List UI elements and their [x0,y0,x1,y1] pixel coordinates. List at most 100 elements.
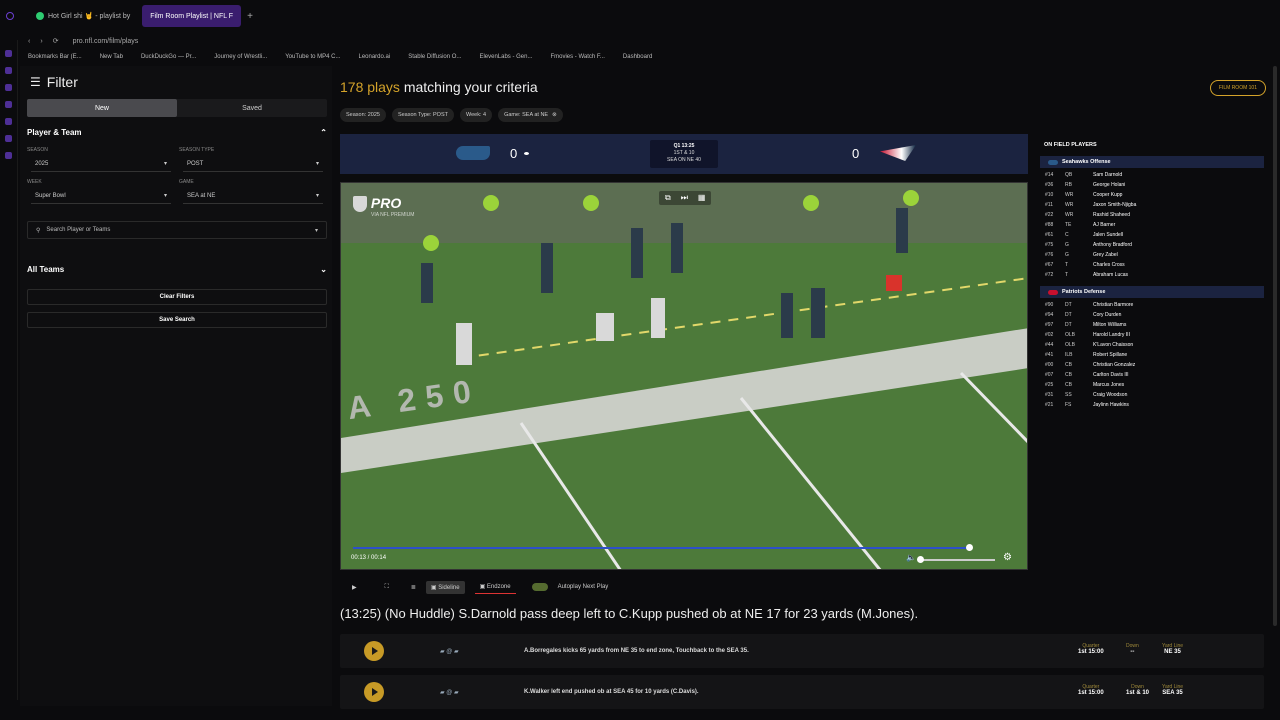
player-row[interactable]: #02 OLB Harold Landry III [1040,330,1264,340]
seahawks-logo-icon [1048,159,1058,165]
filter-chip[interactable]: Season: 2025 [340,108,386,122]
player-row[interactable]: #31 SS Craig Woodson [1040,390,1264,400]
playlist-icon[interactable]: ≣ [411,584,416,591]
player-team-search[interactable]: ⚲ Search Player or Teams ▾ [27,221,327,239]
player-row[interactable]: #22 WR Rashid Shaheed [1040,210,1264,220]
chevron-down-icon[interactable]: ⌄ [320,265,327,274]
clear-filters-button[interactable]: Clear Filters [27,289,327,305]
new-tab-icon[interactable]: + [247,11,253,22]
game-select[interactable]: SEA at NE ▾ [183,188,323,204]
film-room-101-button[interactable]: FILM ROOM 101 [1209,80,1266,96]
player-row[interactable]: #88 TE AJ Barner [1040,220,1264,230]
video-player[interactable]: PRO VIA NFL PREMIUM A 250 ⧉ ⏭ ▦ 00:13 / 00:… [340,182,1028,570]
player-row[interactable]: #61 C Jalen Sundell [1040,230,1264,240]
bookmark[interactable]: Bookmarks Bar (E... [28,54,82,60]
player-row[interactable]: #07 CB Carlton Davis III [1040,370,1264,380]
bookmark[interactable]: Journey of Wrestli... [214,54,267,60]
player-row[interactable]: #94 DT Cory Durden [1040,310,1264,320]
offense-header: Seahawks Offense [1040,156,1264,168]
rail-icon[interactable] [5,84,12,91]
volume-slider[interactable] [919,559,995,561]
player-number: #76 [1045,252,1054,258]
player-team-section[interactable]: Player & Team ⌃ [27,128,327,137]
season-type-select[interactable]: POST ▾ [183,156,323,172]
player-number: #88 [1045,222,1054,228]
player-row[interactable]: #44 OLB K'Lavon Chaisson [1040,340,1264,350]
bookmark[interactable]: Fmovies - Watch F... [550,54,604,60]
volume-thumb[interactable] [917,556,924,563]
player-row[interactable]: #21 FS Jaylinn Hawkins [1040,400,1264,410]
down-distance: 1ST & 10 [673,150,695,156]
player-row[interactable]: #75 G Anthony Bradford [1040,240,1264,250]
forward-icon[interactable]: › [40,38,42,45]
player-row[interactable]: #10 WR Cooper Kupp [1040,190,1264,200]
season-type-label: SEASON TYPE [179,147,215,153]
player-row[interactable]: #97 DT Milton Williams [1040,320,1264,330]
tab-saved[interactable]: Saved [177,99,327,117]
filter-chip[interactable]: Game: SEA at NE ⊗ [498,108,563,122]
bookmark[interactable]: Leonardo.ai [358,54,390,60]
grid-icon[interactable]: ▦ [698,193,706,203]
rail-icon[interactable] [5,135,12,142]
fullscreen-icon[interactable]: ⛶ [385,584,389,591]
week-select[interactable]: Super Bowl ▾ [31,188,171,204]
patriots-logo-icon [1048,289,1058,295]
sideline-button[interactable]: ▣ Sideline [425,580,465,594]
bookmark[interactable]: Dashboard [623,54,652,60]
player-name: Craig Woodson [1093,392,1128,398]
pip-icon[interactable]: ⧉ [665,193,671,203]
player-number: #61 [1045,232,1054,238]
back-icon[interactable]: ‹ [28,38,30,45]
url-bar[interactable]: ‹ › ⟳ pro.nfl.com/film/plays [0,32,1280,50]
filter-chip[interactable]: Season Type: POST [391,108,454,122]
bookmark[interactable]: DuckDuckGo — Pr... [141,54,196,60]
bookmark[interactable]: ElevenLabs - Gen... [479,54,532,60]
reload-icon[interactable]: ⟳ [53,37,59,45]
play-button[interactable] [364,641,384,661]
season-select[interactable]: 2025 ▾ [31,156,171,172]
browser-tab[interactable]: Hot Girl shi 🤘 - playlist by [28,5,138,27]
endzone-button[interactable]: ▣ Endzone [474,580,516,594]
player-row[interactable]: #90 DT Christian Barmore [1040,300,1264,310]
page-scrollbar[interactable] [1272,66,1278,706]
scrollbar-thumb[interactable] [1273,66,1277,626]
player-row[interactable]: #72 T Abraham Lucas [1040,270,1264,280]
play-icon[interactable]: ▶ [352,584,357,591]
rail-icon[interactable] [5,67,12,74]
autoplay-toggle[interactable] [531,583,548,591]
progress-thumb[interactable] [966,544,973,551]
down-value: -- [1130,649,1135,655]
bookmark[interactable]: New Tab [100,54,123,60]
browser-menu-icon[interactable] [6,12,14,20]
rail-icon[interactable] [5,50,12,57]
skip-icon[interactable]: ⏭ [681,193,688,203]
close-icon[interactable]: ⊗ [552,112,557,118]
defense-header: Patriots Defense [1040,286,1264,298]
play-button[interactable] [364,682,384,702]
player-row[interactable]: #76 G Grey Zabel [1040,250,1264,260]
mute-icon[interactable]: 🔈 [906,553,916,562]
chevron-up-icon[interactable]: ⌃ [320,128,327,137]
player-row[interactable]: #14 QB Sam Darnold [1040,170,1264,180]
video-progress[interactable] [353,547,969,549]
player-row[interactable]: #25 CB Marcus Jones [1040,380,1264,390]
save-search-button[interactable]: Save Search [27,312,327,328]
bookmark[interactable]: Stable Diffusion O... [408,54,461,60]
player-row[interactable]: #11 WR Jaxon Smith-Njigba [1040,200,1264,210]
settings-gear-icon[interactable]: ⚙ [1003,552,1012,563]
play-row[interactable]: ▰ @ ▰ A.Borregales kicks 65 yards from N… [340,634,1264,668]
browser-tab-active[interactable]: Film Room Playlist | NFL F [142,5,242,27]
player-row[interactable]: #67 T Charles Cross [1040,260,1264,270]
url-text[interactable]: pro.nfl.com/film/plays [73,38,139,45]
rail-icon[interactable] [5,152,12,159]
tab-new[interactable]: New [27,99,177,117]
player-row[interactable]: #36 RB George Holani [1040,180,1264,190]
filter-chip[interactable]: Week: 4 [460,108,493,122]
all-teams-section[interactable]: All Teams ⌄ [27,265,327,274]
bookmark[interactable]: YouTube to MP4 C... [285,54,340,60]
player-row[interactable]: #00 CB Christian Gonzalez [1040,360,1264,370]
player-row[interactable]: #41 ILB Robert Spillane [1040,350,1264,360]
rail-icon[interactable] [5,101,12,108]
rail-icon[interactable] [5,118,12,125]
play-row[interactable]: ▰ @ ▰ K.Walker left end pushed ob at SEA… [340,675,1264,709]
